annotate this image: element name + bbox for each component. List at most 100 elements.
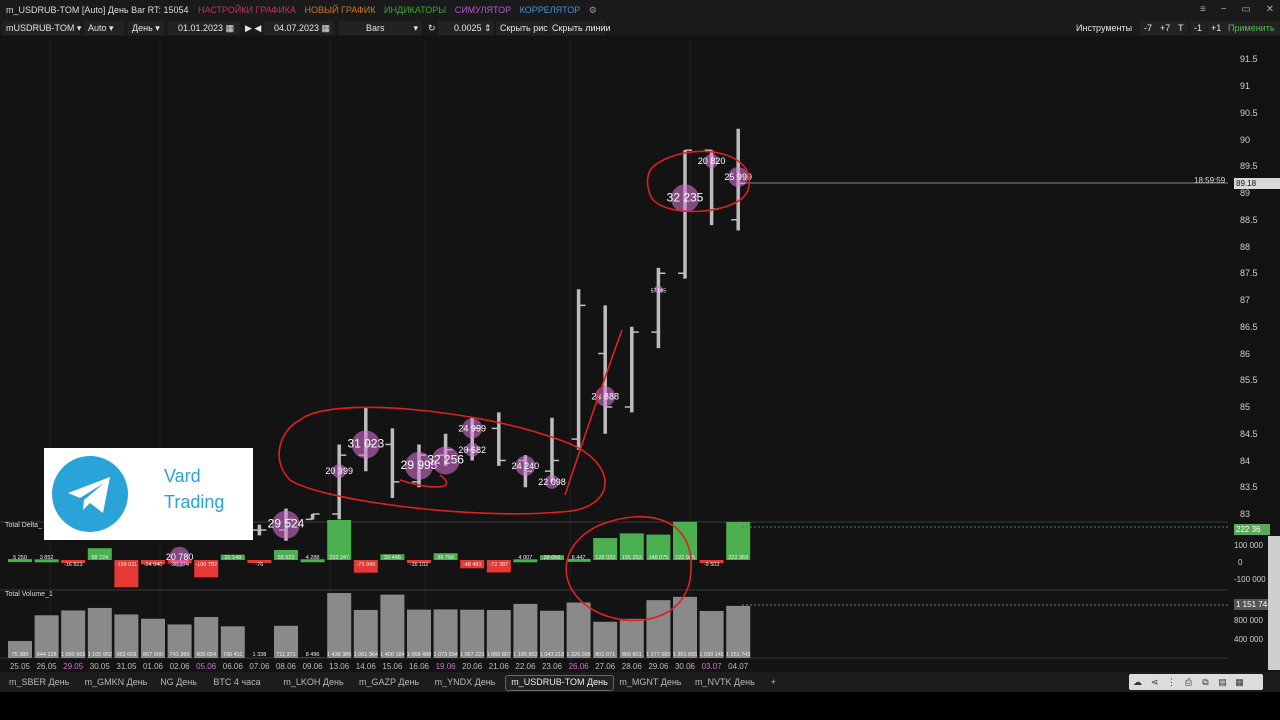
delta-label: 28 056: [544, 555, 561, 561]
volume-label: 962 609: [116, 652, 136, 658]
cloud-icon[interactable]: ☁: [1129, 674, 1146, 690]
delta-label: 128 033: [595, 555, 615, 561]
shift-today-button[interactable]: T: [1174, 21, 1188, 35]
volume-bar: [433, 609, 458, 658]
more-icon[interactable]: ⋮: [1163, 674, 1180, 690]
chart-tab[interactable]: m_SBER День: [4, 675, 74, 689]
date-from-field[interactable]: 01.01.2023 ▦: [168, 21, 240, 35]
chart-type-select[interactable]: Bars ▾: [338, 21, 422, 35]
volume-label: 1 068 488: [407, 652, 431, 658]
price-tick: 87.5: [1240, 268, 1258, 279]
delta-label: 155 253: [622, 555, 642, 561]
menu-chart-settings[interactable]: НАСТРОЙКИ ГРАФИКА: [198, 5, 296, 15]
volume-label: 1 351 655: [673, 652, 697, 658]
volume-label: 801 071: [595, 652, 615, 658]
bubble-label: 20 780: [166, 552, 194, 562]
shift-plus7-button[interactable]: +7: [1156, 21, 1175, 35]
delta-label: -24 940: [144, 562, 163, 568]
shift-minus7-button[interactable]: -7: [1140, 21, 1157, 35]
chart-tab[interactable]: m_USDRUB-TOM День: [505, 675, 614, 691]
bubble-label: 32 235: [667, 190, 704, 204]
instruments-button[interactable]: Инструменты: [1072, 21, 1136, 35]
chart-tab[interactable]: m_GMKN День: [80, 675, 153, 689]
chart-area[interactable]: 5 250 75 380 25.05 3 852 944 128 26.05 -16 823…: [0, 36, 1228, 672]
apply-button[interactable]: Применить: [1224, 21, 1280, 35]
menu-new-chart[interactable]: НОВЫЙ ГРАФИК: [305, 5, 376, 15]
date-label: 04.07: [728, 662, 749, 671]
volume-bar: [87, 607, 112, 658]
chart-tab[interactable]: m_YNDX День: [430, 675, 501, 689]
chart-tab[interactable]: m_GAZP День: [354, 675, 424, 689]
menu-indicators[interactable]: ИНДИКАТОРЫ: [384, 5, 446, 15]
logo-text-line1: Vard: [164, 466, 201, 486]
close-icon[interactable]: ✕: [1266, 4, 1274, 15]
list-icon[interactable]: ▤: [1214, 674, 1231, 690]
volume-bar: [61, 610, 86, 658]
window-menu-icon[interactable]: ≡: [1200, 4, 1206, 15]
chart-type-value: Bars: [366, 23, 385, 33]
drawing-tools-strip[interactable]: [1268, 536, 1280, 670]
delta-label: -100 782: [195, 562, 217, 568]
delta-label: 31 149: [224, 555, 241, 561]
grid-icon[interactable]: ▦: [1231, 674, 1248, 690]
telegram-icon: [52, 456, 128, 532]
hide-lines-button[interactable]: Скрыть линии: [548, 21, 611, 35]
volume-bar: [699, 610, 724, 658]
copy-icon[interactable]: ⧉: [1197, 674, 1214, 690]
delta-label: 222 905: [675, 555, 695, 561]
symbol-select[interactable]: mUSDRUB-TOM ▾: [2, 21, 81, 35]
chart-toolbar: mUSDRUB-TOM ▾ Auto ▾ День ▾ 01.01.2023 ▦…: [0, 20, 1280, 36]
period-value: День: [132, 23, 153, 33]
chart-tab[interactable]: BTC 4 часа: [208, 675, 265, 689]
hide-drawings-button[interactable]: Скрыть рис.: [496, 21, 550, 35]
price-chart[interactable]: 5 250 75 380 25.05 3 852 944 128 26.05 -16 823…: [0, 36, 1228, 672]
chart-tab[interactable]: m_LKOH День: [278, 675, 348, 689]
date-label: 26.05: [37, 662, 58, 671]
print-icon[interactable]: ⎙: [1180, 674, 1197, 690]
volume-label: 1 436 385: [327, 652, 351, 658]
delta-panel-label: Total Delta_: [5, 522, 42, 529]
shift-plus1-button[interactable]: +1: [1207, 21, 1226, 35]
price-tick: 86: [1240, 348, 1251, 359]
volume-current-badge: 1 151 74: [1234, 599, 1270, 610]
date-label: 05.06: [196, 662, 217, 671]
volume-label: 741 260: [170, 652, 190, 658]
period-select[interactable]: День ▾: [128, 21, 164, 35]
top-menu: НАСТРОЙКИ ГРАФИКА НОВЫЙ ГРАФИК ИНДИКАТОР…: [198, 0, 603, 20]
play-icon[interactable]: ▶ ◀: [241, 21, 265, 35]
date-label: 01.06: [143, 662, 164, 671]
price-tick: 84.5: [1240, 428, 1258, 439]
volume-bar: [407, 609, 431, 658]
maximize-icon[interactable]: ▭: [1241, 4, 1250, 15]
share-icon[interactable]: ⋖: [1146, 674, 1163, 690]
volume-label: 75 380: [12, 652, 29, 658]
menu-simulator[interactable]: СИМУЛЯТОР: [455, 5, 511, 15]
delta-label: -16 823: [64, 562, 83, 568]
step-field[interactable]: 0.0025 ⇕: [438, 21, 494, 35]
calendar-icon[interactable]: ▦: [226, 23, 235, 33]
chart-tab[interactable]: NG День: [155, 675, 202, 689]
date-label: 15.06: [382, 662, 403, 671]
volume-bar: [460, 609, 485, 658]
date-label: 31.05: [116, 662, 137, 671]
chart-tab[interactable]: m_NVTK День: [690, 675, 760, 689]
mode-select[interactable]: Auto ▾: [84, 21, 124, 35]
price-tick: 89.5: [1240, 161, 1258, 172]
settings-gear-icon[interactable]: ⚙: [589, 5, 597, 15]
add-tab-button[interactable]: +: [766, 675, 781, 689]
price-axis[interactable]: 91.5 91 90.5 90 89.5 89 88.5 88 87.5 87 86.5 86 85.5…: [1228, 36, 1280, 526]
date-to-field[interactable]: 04.07.2023 ▦: [264, 21, 334, 35]
volume-label: 905 654: [196, 652, 216, 658]
minimize-icon[interactable]: −: [1221, 4, 1227, 15]
menu-correlator[interactable]: КОРРЕЛЯТОР: [520, 5, 581, 15]
volume-bar: [540, 610, 564, 658]
date-label: 07.06: [249, 662, 270, 671]
volume-label: 711 371: [276, 652, 295, 658]
shift-minus1-button[interactable]: -1: [1190, 21, 1207, 35]
price-tick: 84: [1240, 455, 1251, 466]
chart-tab[interactable]: m_MGNT День: [614, 675, 686, 689]
delta-label: 222 369: [728, 555, 748, 561]
date-label: 25.05: [10, 662, 31, 671]
delta-label: 5 250: [13, 555, 27, 561]
date-from-value: 01.01.2023: [178, 23, 224, 33]
